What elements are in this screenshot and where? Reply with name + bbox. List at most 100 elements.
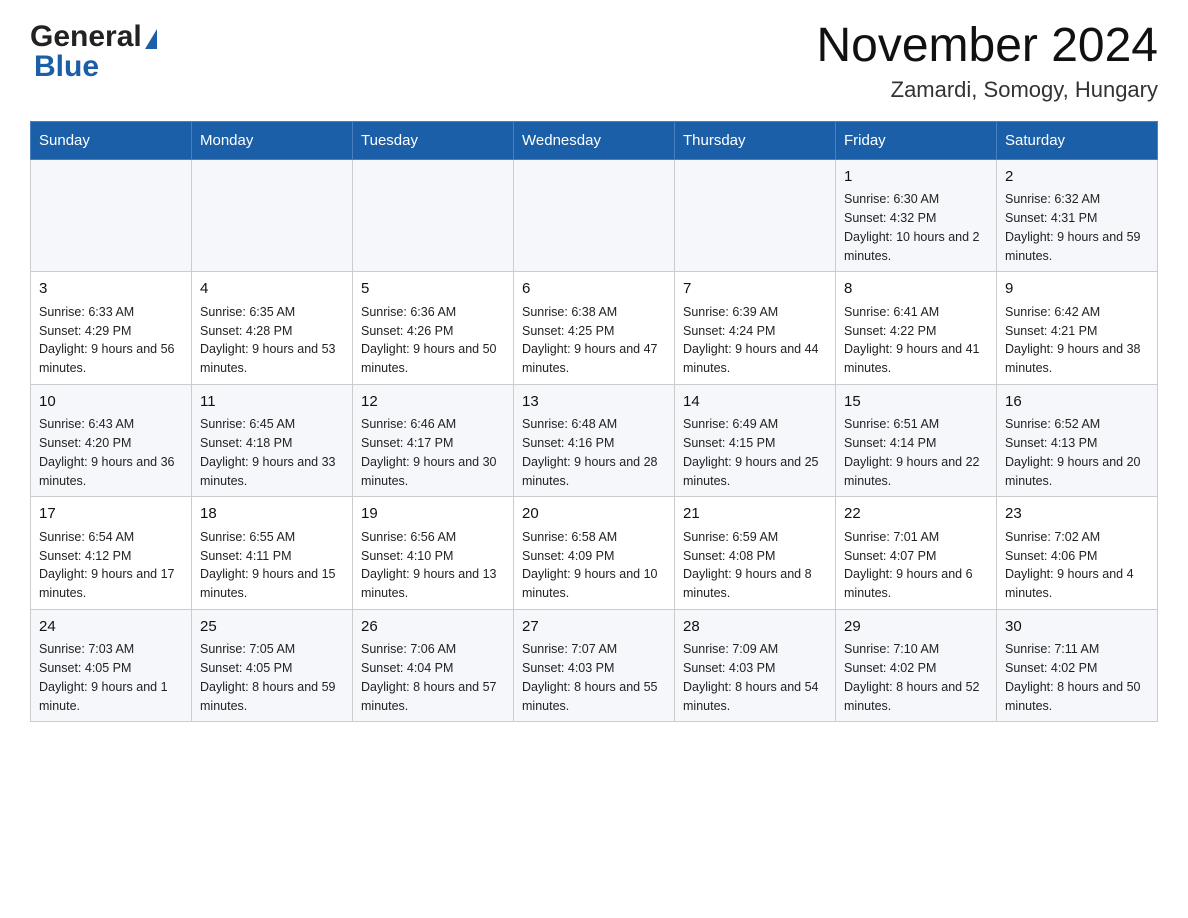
col-sunday: Sunday xyxy=(31,121,192,159)
logo-general-text: General xyxy=(30,20,142,54)
calendar-header-row: Sunday Monday Tuesday Wednesday Thursday… xyxy=(31,121,1158,159)
day-info: Sunrise: 6:52 AM Sunset: 4:13 PM Dayligh… xyxy=(1005,415,1149,490)
day-number: 23 xyxy=(1005,503,1149,526)
table-row: 23Sunrise: 7:02 AM Sunset: 4:06 PM Dayli… xyxy=(997,497,1158,610)
table-row xyxy=(31,159,192,272)
table-row: 13Sunrise: 6:48 AM Sunset: 4:16 PM Dayli… xyxy=(514,384,675,497)
calendar-week-row: 17Sunrise: 6:54 AM Sunset: 4:12 PM Dayli… xyxy=(31,497,1158,610)
table-row: 29Sunrise: 7:10 AM Sunset: 4:02 PM Dayli… xyxy=(836,609,997,722)
day-info: Sunrise: 6:33 AM Sunset: 4:29 PM Dayligh… xyxy=(39,303,183,378)
day-number: 1 xyxy=(844,166,988,189)
day-number: 22 xyxy=(844,503,988,526)
day-number: 2 xyxy=(1005,166,1149,189)
day-number: 28 xyxy=(683,616,827,639)
day-info: Sunrise: 7:07 AM Sunset: 4:03 PM Dayligh… xyxy=(522,640,666,715)
day-number: 6 xyxy=(522,278,666,301)
day-info: Sunrise: 7:03 AM Sunset: 4:05 PM Dayligh… xyxy=(39,640,183,715)
table-row: 22Sunrise: 7:01 AM Sunset: 4:07 PM Dayli… xyxy=(836,497,997,610)
logo: General Blue xyxy=(30,20,157,84)
day-number: 9 xyxy=(1005,278,1149,301)
table-row: 26Sunrise: 7:06 AM Sunset: 4:04 PM Dayli… xyxy=(353,609,514,722)
day-info: Sunrise: 7:06 AM Sunset: 4:04 PM Dayligh… xyxy=(361,640,505,715)
day-number: 15 xyxy=(844,391,988,414)
table-row: 27Sunrise: 7:07 AM Sunset: 4:03 PM Dayli… xyxy=(514,609,675,722)
day-info: Sunrise: 7:10 AM Sunset: 4:02 PM Dayligh… xyxy=(844,640,988,715)
day-number: 29 xyxy=(844,616,988,639)
calendar-week-row: 24Sunrise: 7:03 AM Sunset: 4:05 PM Dayli… xyxy=(31,609,1158,722)
table-row xyxy=(514,159,675,272)
location-subtitle: Zamardi, Somogy, Hungary xyxy=(816,77,1158,103)
day-number: 24 xyxy=(39,616,183,639)
day-info: Sunrise: 6:49 AM Sunset: 4:15 PM Dayligh… xyxy=(683,415,827,490)
day-number: 3 xyxy=(39,278,183,301)
day-info: Sunrise: 6:41 AM Sunset: 4:22 PM Dayligh… xyxy=(844,303,988,378)
table-row: 8Sunrise: 6:41 AM Sunset: 4:22 PM Daylig… xyxy=(836,272,997,385)
day-info: Sunrise: 6:56 AM Sunset: 4:10 PM Dayligh… xyxy=(361,528,505,603)
table-row: 7Sunrise: 6:39 AM Sunset: 4:24 PM Daylig… xyxy=(675,272,836,385)
day-number: 20 xyxy=(522,503,666,526)
table-row: 3Sunrise: 6:33 AM Sunset: 4:29 PM Daylig… xyxy=(31,272,192,385)
day-info: Sunrise: 6:38 AM Sunset: 4:25 PM Dayligh… xyxy=(522,303,666,378)
table-row: 5Sunrise: 6:36 AM Sunset: 4:26 PM Daylig… xyxy=(353,272,514,385)
table-row: 16Sunrise: 6:52 AM Sunset: 4:13 PM Dayli… xyxy=(997,384,1158,497)
day-info: Sunrise: 6:39 AM Sunset: 4:24 PM Dayligh… xyxy=(683,303,827,378)
table-row: 4Sunrise: 6:35 AM Sunset: 4:28 PM Daylig… xyxy=(192,272,353,385)
col-friday: Friday xyxy=(836,121,997,159)
day-number: 7 xyxy=(683,278,827,301)
day-info: Sunrise: 6:43 AM Sunset: 4:20 PM Dayligh… xyxy=(39,415,183,490)
day-info: Sunrise: 6:48 AM Sunset: 4:16 PM Dayligh… xyxy=(522,415,666,490)
day-number: 16 xyxy=(1005,391,1149,414)
table-row: 30Sunrise: 7:11 AM Sunset: 4:02 PM Dayli… xyxy=(997,609,1158,722)
table-row xyxy=(353,159,514,272)
day-info: Sunrise: 6:36 AM Sunset: 4:26 PM Dayligh… xyxy=(361,303,505,378)
col-tuesday: Tuesday xyxy=(353,121,514,159)
day-number: 14 xyxy=(683,391,827,414)
col-monday: Monday xyxy=(192,121,353,159)
day-info: Sunrise: 6:46 AM Sunset: 4:17 PM Dayligh… xyxy=(361,415,505,490)
title-section: November 2024 Zamardi, Somogy, Hungary xyxy=(816,20,1158,103)
day-number: 17 xyxy=(39,503,183,526)
day-info: Sunrise: 7:05 AM Sunset: 4:05 PM Dayligh… xyxy=(200,640,344,715)
table-row xyxy=(192,159,353,272)
calendar-week-row: 1Sunrise: 6:30 AM Sunset: 4:32 PM Daylig… xyxy=(31,159,1158,272)
day-info: Sunrise: 6:58 AM Sunset: 4:09 PM Dayligh… xyxy=(522,528,666,603)
table-row xyxy=(675,159,836,272)
day-number: 19 xyxy=(361,503,505,526)
day-info: Sunrise: 6:59 AM Sunset: 4:08 PM Dayligh… xyxy=(683,528,827,603)
day-number: 27 xyxy=(522,616,666,639)
day-info: Sunrise: 7:09 AM Sunset: 4:03 PM Dayligh… xyxy=(683,640,827,715)
col-thursday: Thursday xyxy=(675,121,836,159)
day-number: 13 xyxy=(522,391,666,414)
day-info: Sunrise: 6:54 AM Sunset: 4:12 PM Dayligh… xyxy=(39,528,183,603)
day-number: 10 xyxy=(39,391,183,414)
day-info: Sunrise: 7:02 AM Sunset: 4:06 PM Dayligh… xyxy=(1005,528,1149,603)
col-wednesday: Wednesday xyxy=(514,121,675,159)
day-number: 30 xyxy=(1005,616,1149,639)
day-number: 26 xyxy=(361,616,505,639)
day-number: 8 xyxy=(844,278,988,301)
table-row: 14Sunrise: 6:49 AM Sunset: 4:15 PM Dayli… xyxy=(675,384,836,497)
day-number: 11 xyxy=(200,391,344,414)
day-info: Sunrise: 6:30 AM Sunset: 4:32 PM Dayligh… xyxy=(844,190,988,265)
calendar-table: Sunday Monday Tuesday Wednesday Thursday… xyxy=(30,121,1158,723)
day-info: Sunrise: 6:35 AM Sunset: 4:28 PM Dayligh… xyxy=(200,303,344,378)
day-number: 18 xyxy=(200,503,344,526)
day-info: Sunrise: 6:45 AM Sunset: 4:18 PM Dayligh… xyxy=(200,415,344,490)
day-info: Sunrise: 6:55 AM Sunset: 4:11 PM Dayligh… xyxy=(200,528,344,603)
table-row: 2Sunrise: 6:32 AM Sunset: 4:31 PM Daylig… xyxy=(997,159,1158,272)
table-row: 21Sunrise: 6:59 AM Sunset: 4:08 PM Dayli… xyxy=(675,497,836,610)
table-row: 28Sunrise: 7:09 AM Sunset: 4:03 PM Dayli… xyxy=(675,609,836,722)
day-number: 5 xyxy=(361,278,505,301)
day-info: Sunrise: 7:01 AM Sunset: 4:07 PM Dayligh… xyxy=(844,528,988,603)
table-row: 18Sunrise: 6:55 AM Sunset: 4:11 PM Dayli… xyxy=(192,497,353,610)
table-row: 19Sunrise: 6:56 AM Sunset: 4:10 PM Dayli… xyxy=(353,497,514,610)
table-row: 6Sunrise: 6:38 AM Sunset: 4:25 PM Daylig… xyxy=(514,272,675,385)
table-row: 20Sunrise: 6:58 AM Sunset: 4:09 PM Dayli… xyxy=(514,497,675,610)
table-row: 9Sunrise: 6:42 AM Sunset: 4:21 PM Daylig… xyxy=(997,272,1158,385)
day-number: 25 xyxy=(200,616,344,639)
day-info: Sunrise: 7:11 AM Sunset: 4:02 PM Dayligh… xyxy=(1005,640,1149,715)
table-row: 24Sunrise: 7:03 AM Sunset: 4:05 PM Dayli… xyxy=(31,609,192,722)
day-info: Sunrise: 6:42 AM Sunset: 4:21 PM Dayligh… xyxy=(1005,303,1149,378)
table-row: 25Sunrise: 7:05 AM Sunset: 4:05 PM Dayli… xyxy=(192,609,353,722)
logo-blue-text: Blue xyxy=(30,50,99,84)
